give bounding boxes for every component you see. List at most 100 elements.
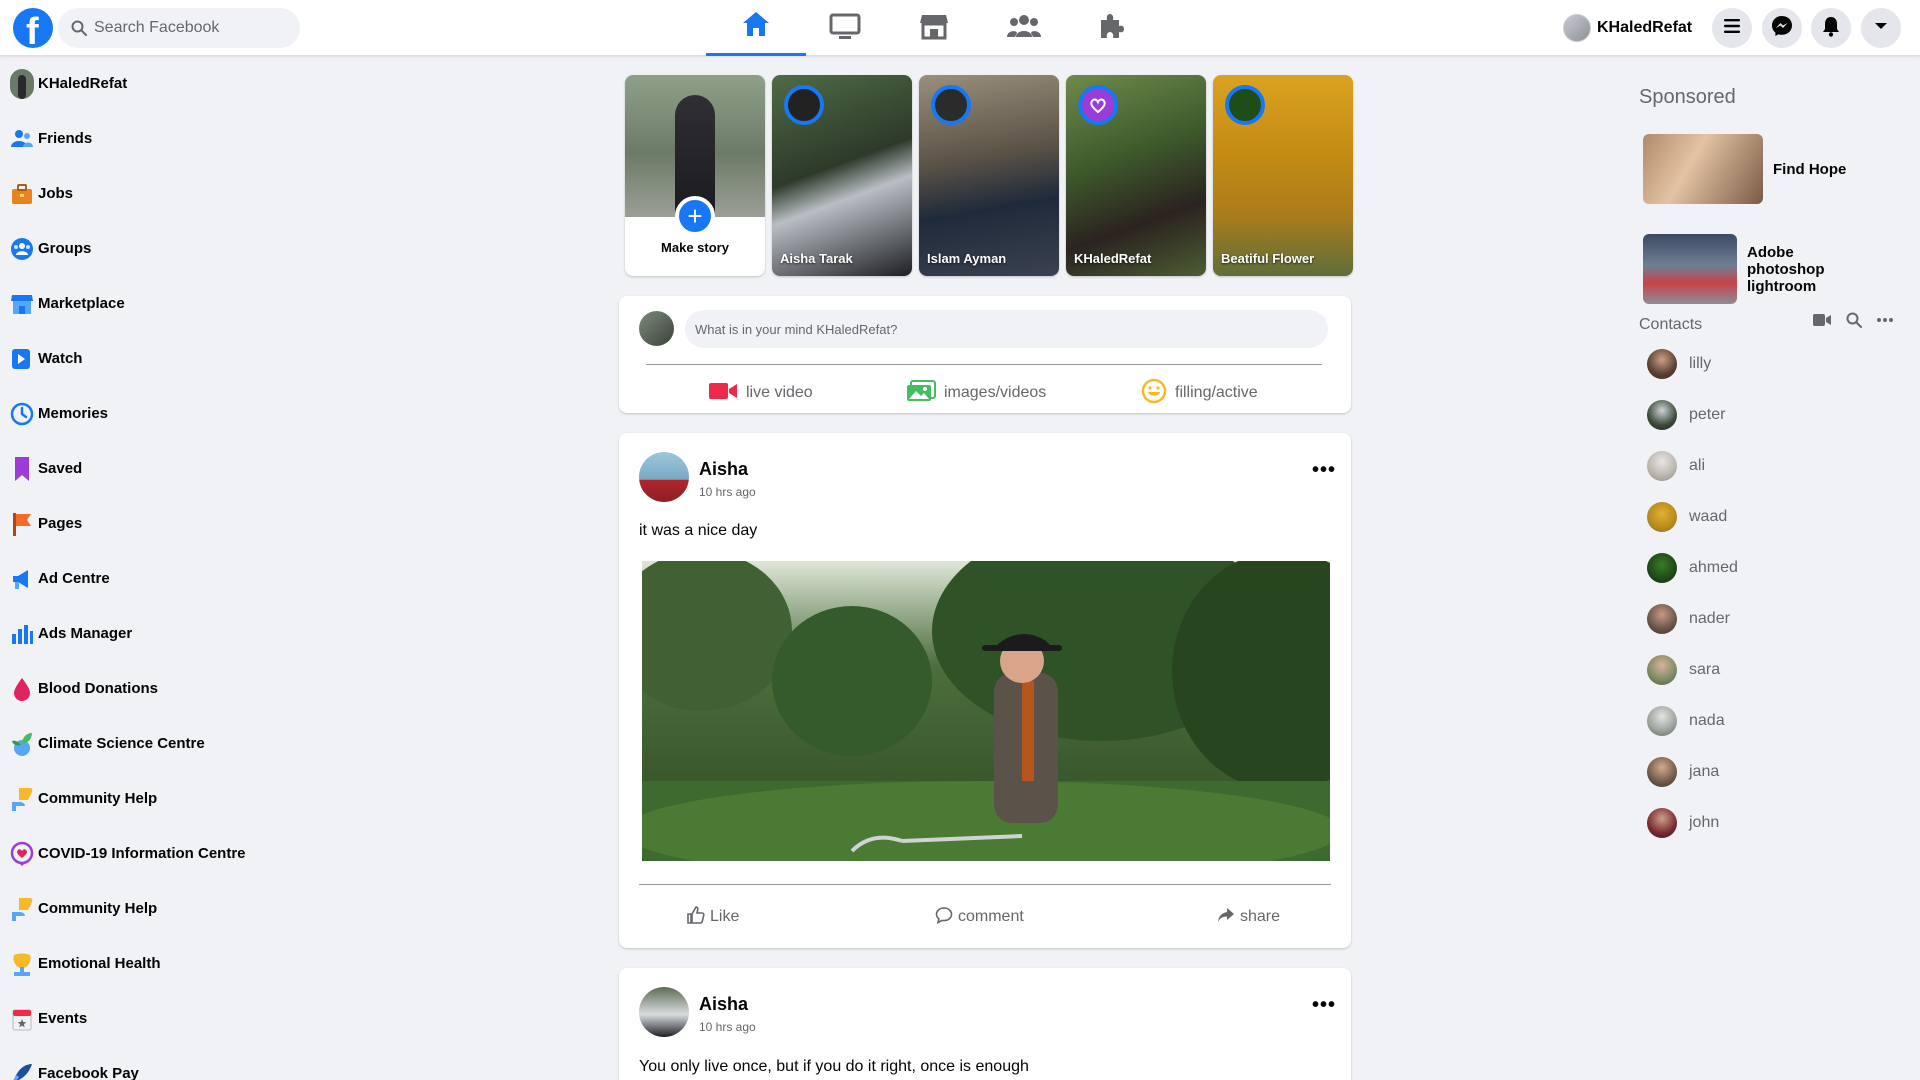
sidebar-item-friends[interactable]: Friends	[0, 111, 360, 166]
post-timestamp[interactable]: 10 hrs ago	[699, 1020, 756, 1034]
post-text: You only live once, but if you do it rig…	[639, 1058, 1029, 1075]
avatar[interactable]	[639, 987, 689, 1037]
sidebar-item-ads-manager[interactable]: Ads Manager	[0, 606, 360, 661]
notifications-button[interactable]	[1811, 8, 1851, 48]
avatar	[1647, 808, 1677, 838]
sidebar-item-blood-donations[interactable]: Blood Donations	[0, 661, 360, 716]
contact-item[interactable]: jana	[1647, 756, 1719, 788]
sidebar-item-label: Watch	[38, 350, 83, 367]
tab-watch[interactable]	[795, 0, 895, 56]
more-options-icon[interactable]: •••	[1309, 990, 1339, 1020]
photo-icon	[906, 379, 936, 407]
contact-name: lilly	[1689, 355, 1712, 372]
sidebar-item-saved[interactable]: Saved	[0, 441, 360, 496]
like-button[interactable]: Like	[687, 904, 739, 930]
menu-button[interactable]	[1712, 8, 1752, 48]
tab-groups[interactable]	[974, 0, 1074, 56]
post-author[interactable]: Aisha	[699, 994, 748, 1015]
avatar	[1647, 655, 1677, 685]
profile-name: KHaledRefat	[1597, 19, 1693, 36]
sidebar-item-jobs[interactable]: Jobs	[0, 166, 360, 221]
live-video-button[interactable]: live video	[708, 381, 813, 405]
feeling-activity-button[interactable]: filling/active	[1141, 378, 1258, 405]
sidebar-item-label: Blood Donations	[38, 680, 158, 697]
contact-item[interactable]: john	[1647, 807, 1719, 839]
sidebar-item-pages[interactable]: Pages	[0, 496, 360, 551]
contact-item[interactable]: nada	[1647, 705, 1725, 737]
comment-icon	[935, 906, 953, 929]
avatar	[1647, 400, 1677, 430]
post-text: it was a nice day	[639, 522, 758, 539]
messenger-icon	[1771, 15, 1793, 42]
story-card[interactable]: Aisha Tarak	[772, 75, 912, 276]
contact-item[interactable]: sara	[1647, 654, 1720, 686]
facebook-logo[interactable]: f	[13, 8, 53, 53]
story-name: Aisha Tarak	[780, 251, 853, 266]
sidebar-item-community-help[interactable]: Community Help	[0, 771, 360, 826]
sidebar-item-label: Memories	[38, 405, 109, 422]
heart-icon	[10, 839, 34, 869]
contact-item[interactable]: peter	[1647, 399, 1725, 431]
avatar	[1563, 14, 1591, 42]
story-card[interactable]: KHaledRefat	[1066, 75, 1206, 276]
avatar[interactable]	[639, 452, 689, 502]
avatar	[1225, 85, 1265, 125]
sidebar-item-label: Marketplace	[38, 295, 125, 312]
story-card[interactable]: Islam Ayman	[919, 75, 1059, 276]
search-box[interactable]	[58, 8, 300, 48]
sidebar-item-facebook-pay[interactable]: Facebook Pay	[0, 1046, 360, 1080]
post-timestamp[interactable]: 10 hrs ago	[699, 485, 756, 499]
contact-item[interactable]: nader	[1647, 603, 1730, 635]
contact-name: jana	[1689, 763, 1720, 780]
sidebar-item-events[interactable]: Events	[0, 991, 360, 1046]
contacts-toolbar	[1812, 312, 1908, 328]
bookmark-icon	[10, 454, 34, 484]
sidebar-item-ad-centre[interactable]: Ad Centre	[0, 551, 360, 606]
sidebar-item-label: Friends	[38, 130, 93, 147]
profile-shortcut[interactable]: KHaledRefat	[1563, 12, 1692, 44]
search-icon[interactable]	[1846, 312, 1862, 328]
leaf-icon	[10, 729, 34, 759]
messenger-button[interactable]	[1762, 8, 1802, 48]
contact-item[interactable]: lilly	[1647, 348, 1711, 380]
more-options-icon[interactable]: •••	[1309, 455, 1339, 485]
sidebar-item-memories[interactable]: Memories	[0, 386, 360, 441]
sidebar-item-climate-science-centre[interactable]: Climate Science Centre	[0, 716, 360, 771]
video-camera-icon[interactable]	[1812, 313, 1832, 327]
sidebar-item-profile[interactable]: KHaledRefat	[0, 56, 360, 111]
sidebar-item-label: Climate Science Centre	[38, 735, 205, 752]
tab-home[interactable]	[706, 0, 806, 56]
contact-item[interactable]: ali	[1647, 450, 1705, 482]
comment-button[interactable]: comment	[935, 904, 1024, 930]
images-videos-button[interactable]: images/videos	[906, 379, 1046, 407]
tab-gaming[interactable]	[1061, 0, 1161, 56]
sidebar-item-covid-19-information-centre[interactable]: COVID-19 Information Centre	[0, 826, 360, 881]
avatar	[1647, 706, 1677, 736]
sidebar-item-watch[interactable]: Watch	[0, 331, 360, 386]
account-button[interactable]	[1861, 8, 1901, 48]
sidebar-item-groups[interactable]: Groups	[0, 221, 360, 276]
sidebar-item-emotional-health[interactable]: Emotional Health	[0, 936, 360, 991]
post-author[interactable]: Aisha	[699, 459, 748, 480]
story-card[interactable]: Beatiful Flower	[1213, 75, 1353, 276]
contact-item[interactable]: ahmed	[1647, 552, 1738, 584]
sponsored-item[interactable]: Find Hope	[1643, 134, 1893, 204]
people-icon	[1007, 13, 1041, 44]
sidebar-item-community-help-2[interactable]: Community Help	[0, 881, 360, 936]
briefcase-icon	[10, 179, 34, 209]
share-button[interactable]: share	[1217, 904, 1280, 930]
contact-item[interactable]: waad	[1647, 501, 1727, 533]
post-image[interactable]	[642, 561, 1330, 861]
tab-marketplace[interactable]	[884, 0, 984, 56]
post-composer: live video images/videos filling/active	[619, 296, 1351, 413]
composer-input[interactable]	[685, 310, 1328, 348]
stories-row: + Make story Aisha Tarak Islam Ayman KHa…	[625, 75, 1353, 276]
sidebar-item-marketplace[interactable]: Marketplace	[0, 276, 360, 331]
more-options-icon[interactable]	[1876, 317, 1894, 323]
search-input[interactable]	[94, 8, 294, 48]
plus-icon[interactable]: +	[675, 196, 715, 236]
share-icon	[1217, 907, 1235, 928]
contact-name: waad	[1689, 508, 1728, 525]
sponsored-item[interactable]: Adobe photoshop lightroom	[1643, 234, 1867, 304]
make-story-card[interactable]: + Make story	[625, 75, 765, 276]
